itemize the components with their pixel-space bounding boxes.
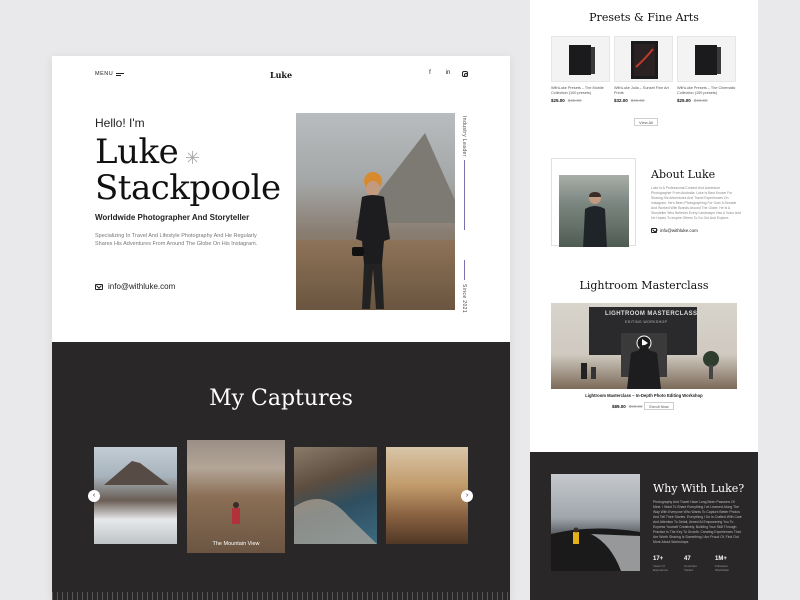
side-label-top: Industry Leader xyxy=(461,116,467,157)
masterclass-caption: Lightroom Masterclass – In-Depth Photo E… xyxy=(585,393,703,398)
preset-image xyxy=(677,36,736,82)
why-title: Why With Luke? xyxy=(653,482,745,495)
captures-title: My Captures xyxy=(209,386,353,411)
view-all-button[interactable]: View All xyxy=(634,118,658,126)
preset-card[interactable]: WithLuke Presets – The Cinematic Collect… xyxy=(677,36,736,103)
about-photo xyxy=(559,175,629,247)
masterclass-screen-sub: EDITING WORKSHOP xyxy=(625,320,668,324)
about-text: Luke Is A Professional Content And Adven… xyxy=(651,186,741,220)
social-links: f in xyxy=(426,70,468,77)
carousel-next-button[interactable]: › xyxy=(461,490,473,502)
hero-name: Luke Stackpoole xyxy=(95,134,281,206)
stat-item: 17+ Years Of Experience xyxy=(653,556,669,572)
hero-photo xyxy=(296,113,455,310)
masterclass-title: Lightroom Masterclass xyxy=(579,279,709,292)
capture-thumb-cliffs[interactable] xyxy=(386,447,468,544)
preset-card[interactable]: WithLuke Julia – Sunset Fine Art Prints … xyxy=(614,36,673,103)
enroll-button[interactable]: Enroll Now xyxy=(644,402,674,410)
stats-row: 17+ Years Of Experience 47 Countries Visit… xyxy=(653,556,735,572)
masterclass-video[interactable]: LIGHTROOM MASTERCLASS EDITING WORKSHOP xyxy=(551,303,737,389)
instagram-icon[interactable] xyxy=(462,71,468,77)
stat-item: 47 Countries Visited xyxy=(684,556,697,572)
preset-card[interactable]: WithLuke Presets – The Mobile Collection… xyxy=(551,36,610,103)
chevron-left-icon: ‹ xyxy=(92,492,96,499)
why-photo xyxy=(551,474,640,571)
capture-thumb-volcano[interactable] xyxy=(94,447,177,544)
chevron-right-icon: › xyxy=(465,492,469,499)
preset-price: $25.00 $49.00 xyxy=(677,98,708,103)
preset-price: $25.00 $49.00 xyxy=(551,98,582,103)
capture-label: The Mountain View xyxy=(212,541,260,547)
mail-icon xyxy=(95,283,103,290)
capture-thumb-coast[interactable] xyxy=(294,447,377,544)
why-section: Why With Luke? Photography And Travel Ha… xyxy=(530,452,758,600)
mail-icon xyxy=(651,228,657,233)
preset-price: $32.00 $45.00 xyxy=(614,98,645,103)
side-label-bottom: Since 2021 xyxy=(461,284,467,314)
hero-tagline: Worldwide Photographer And Storyteller xyxy=(95,213,250,222)
preset-image xyxy=(551,36,610,82)
capture-thumb-mountain-view[interactable]: The Mountain View xyxy=(187,440,285,553)
side-divider-short xyxy=(464,260,465,280)
hero-email-link[interactable]: info@withluke.com xyxy=(95,282,175,291)
scroll-ruler[interactable] xyxy=(52,592,510,600)
captures-section: My Captures The Mountain View ‹ › xyxy=(52,342,510,600)
masterclass-price: $89.00 $99.00 xyxy=(612,404,643,409)
photographer-figure xyxy=(352,172,390,309)
preset-name: WithLuke Presets – The Mobile Collection… xyxy=(551,86,604,95)
presets-title: Presets & Fine Arts xyxy=(589,11,699,24)
preset-name: WithLuke Julia – Sunset Fine Art Prints xyxy=(614,86,669,95)
facebook-icon[interactable]: f xyxy=(426,70,434,77)
hero-greeting: Hello! I'm xyxy=(95,116,145,130)
stat-item: 1M+ Followers Worldwide xyxy=(715,556,729,572)
hero-description: Specializing In Travel And Lifestyle Pho… xyxy=(95,233,258,247)
hero-email-text: info@withluke.com xyxy=(108,282,176,291)
side-divider xyxy=(464,160,465,230)
hero-name-last: Stackpoole xyxy=(95,168,281,208)
preset-name: WithLuke Presets – The Cinematic Collect… xyxy=(677,86,736,95)
about-title: About Luke xyxy=(651,168,716,181)
preset-image xyxy=(614,36,673,82)
masterclass-screen-title: LIGHTROOM MASTERCLASS xyxy=(605,311,698,317)
carousel-prev-button[interactable]: ‹ xyxy=(88,490,100,502)
main-page: MENU Luke f in Hello! I'm Luke Stackpool… xyxy=(52,56,510,600)
about-email-link[interactable]: info@withluke.com xyxy=(651,228,698,233)
top-nav: MENU Luke f in xyxy=(52,70,510,84)
secondary-page: Presets & Fine Arts WithLuke Presets – T… xyxy=(530,0,758,600)
linkedin-icon[interactable]: in xyxy=(444,70,452,77)
about-email-text: info@withluke.com xyxy=(660,228,698,233)
sparkle-icon: ✳ xyxy=(185,148,201,168)
why-text: Photography And Travel Have Long Been Pa… xyxy=(653,500,742,544)
